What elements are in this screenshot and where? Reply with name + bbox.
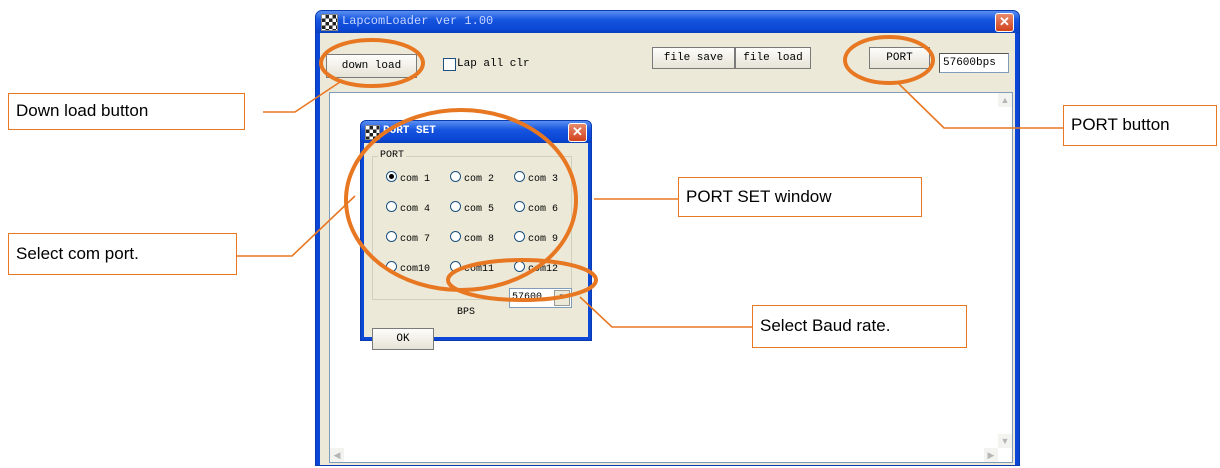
download-highlight-ellipse — [319, 38, 425, 88]
callout-port-button: PORT button — [1063, 105, 1217, 146]
port-highlight-ellipse — [843, 35, 935, 85]
callout-select-baud-rate: Select Baud rate. — [752, 305, 967, 348]
port-leader-line — [896, 81, 1063, 129]
baud-leader-line — [579, 296, 752, 328]
callout-download-button: Down load button — [8, 93, 245, 130]
callout-select-com-port: Select com port. — [8, 233, 237, 275]
com-leader-line — [237, 195, 356, 257]
callout-port-set-window: PORT SET window — [678, 177, 922, 217]
port-set-highlight-ellipse — [344, 108, 578, 292]
download-leader-line — [263, 79, 344, 113]
baud-highlight-ellipse — [446, 258, 598, 302]
